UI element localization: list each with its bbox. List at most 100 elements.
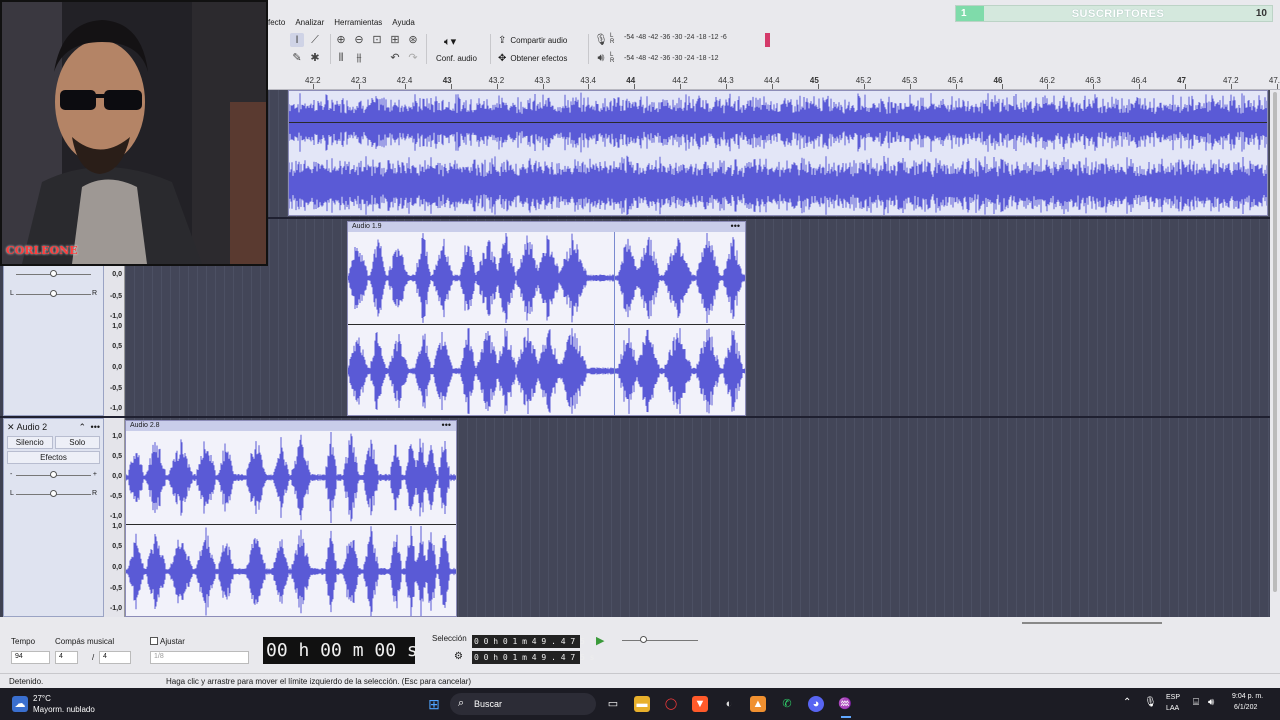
- subscriber-progress: 1: [956, 6, 984, 21]
- clip-menu-icon[interactable]: •••: [442, 421, 451, 430]
- solo-button[interactable]: Solo: [54, 436, 100, 449]
- menu-effect[interactable]: fecto: [268, 17, 285, 28]
- webcam-watermark: CORLEONE: [6, 244, 78, 257]
- horizontal-scrollbar[interactable]: [0, 617, 1270, 627]
- track-menu-icon[interactable]: •••: [91, 422, 100, 432]
- playback-meter[interactable]: -54 -48 -42 -36 -30 -24 -18 -12: [624, 55, 719, 62]
- effects-row: Efectos: [7, 451, 100, 464]
- tray-network-icon[interactable]: ⌸: [1193, 697, 1199, 708]
- track-1-clip[interactable]: [288, 90, 1268, 216]
- scale-label: 0,0: [112, 564, 122, 571]
- file-explorer-icon[interactable]: ▬: [634, 696, 650, 712]
- tempo-label: Tempo: [11, 637, 36, 646]
- track-3-name[interactable]: Audio 2: [17, 422, 48, 432]
- tray-time[interactable]: 9:04 p. m.: [1232, 693, 1263, 700]
- app-icon[interactable]: ▲: [750, 696, 766, 712]
- gear-icon[interactable]: ⚙: [454, 651, 463, 662]
- clip-audio-2-8-header[interactable]: Audio 2.8 •••: [126, 421, 456, 431]
- weather-icon[interactable]: ☁: [12, 696, 28, 712]
- fit-project-icon[interactable]: ⊞: [388, 33, 402, 47]
- undo-icon[interactable]: ↶: [388, 51, 402, 65]
- zoom-out-icon[interactable]: ⊖: [352, 33, 366, 47]
- record-meter[interactable]: -54 -48 -42 -36 -30 -24 -18 -12 -6: [624, 34, 727, 41]
- taskbar-search[interactable]: ⌕ Buscar: [450, 693, 596, 715]
- scale-label: 1,0: [112, 323, 122, 330]
- steam-icon[interactable]: ◐: [721, 696, 737, 712]
- windows-start-icon[interactable]: ⊞: [426, 696, 442, 712]
- whatsapp-icon[interactable]: ✆: [779, 696, 795, 712]
- redo-icon[interactable]: ↷: [406, 51, 420, 65]
- status-state: Detenido.: [9, 677, 44, 686]
- play-speed-slider[interactable]: [614, 636, 706, 644]
- scale-label: -0,5: [109, 293, 122, 300]
- share-audio-button[interactable]: ⇪ Compartir audio: [498, 35, 567, 46]
- effects-button[interactable]: Efectos: [7, 451, 100, 464]
- tray-chevron-icon[interactable]: ⌃: [1123, 697, 1131, 708]
- fit-selection-icon[interactable]: ⊡: [370, 33, 384, 47]
- brave-icon[interactable]: ▼: [692, 696, 708, 712]
- play-at-speed-icon[interactable]: ▶: [596, 634, 604, 647]
- clip-audio-1-9[interactable]: Audio 1.9 •••: [347, 221, 746, 416]
- audacity-icon[interactable]: ♒: [837, 696, 853, 712]
- tray-date[interactable]: 6/1/202: [1234, 704, 1257, 711]
- vertical-scrollbar[interactable]: [1270, 90, 1280, 617]
- scale-label: 0,0: [112, 473, 122, 480]
- clip-audio-2-8[interactable]: Audio 2.8 •••: [125, 420, 457, 617]
- menu-tools[interactable]: Herramientas: [334, 17, 382, 28]
- time-signature-denominator[interactable]: 4: [99, 651, 131, 664]
- track-2-gain-slider[interactable]: [8, 270, 99, 278]
- track-2-pan-slider[interactable]: L R: [8, 290, 99, 298]
- snap-select[interactable]: 1/8: [150, 651, 249, 664]
- zoom-toggle-icon[interactable]: ⊛: [406, 33, 420, 47]
- pan-right-label: R: [91, 290, 97, 297]
- menu-analyze[interactable]: Analizar: [295, 17, 324, 28]
- scale-label: -1,0: [109, 513, 122, 520]
- timeline-ruler[interactable]: 42.2 42.3 42.4 43 43.2 43.3 43.4 44 44.2 44.3 44.4…: [268, 71, 1280, 90]
- track-3-gain-slider[interactable]: - +: [8, 471, 99, 479]
- taskbar-search-label: Buscar: [474, 699, 503, 709]
- tray-mic-icon[interactable]: 🎙︎: [1144, 697, 1157, 708]
- track-3-pan-slider[interactable]: L R: [8, 490, 99, 498]
- pan-right-label: R: [91, 490, 97, 497]
- tray-layout[interactable]: LAA: [1166, 705, 1179, 712]
- selection-end[interactable]: 0 0 h 0 1 m 4 9 . 4 7 5 s: [472, 651, 594, 664]
- multi-tool-icon[interactable]: ✱: [308, 51, 322, 65]
- clip-audio-2-8-waveform-left: [126, 432, 456, 523]
- vertical-scroll-thumb[interactable]: [1273, 92, 1277, 592]
- draw-tool-icon[interactable]: ✎: [290, 51, 304, 65]
- horizontal-scroll-thumb[interactable]: [1022, 622, 1162, 624]
- menu-help[interactable]: Ayuda: [392, 17, 415, 28]
- subscriber-label: SUSCRIPTORES: [1071, 7, 1165, 20]
- clip-audio-2-8-waveform-right: [126, 526, 456, 616]
- clip-menu-icon[interactable]: •••: [731, 222, 740, 231]
- get-effects-button[interactable]: ✥ Obtener efectos: [498, 53, 567, 64]
- zoom-in-icon[interactable]: ⊕: [334, 33, 348, 47]
- tray-language[interactable]: ESP: [1166, 694, 1180, 701]
- time-display[interactable]: 00 h 00 m 00 s: [263, 637, 418, 664]
- snap-checkbox[interactable]: [150, 636, 158, 645]
- taskbar: ☁ 27°C Mayorm. nublado ⊞ ⌕ Buscar ▭ ▬ ◯ …: [0, 688, 1280, 720]
- clip-audio-1-9-waveform-right: [348, 328, 745, 414]
- microphone-icon[interactable]: 🎙︎: [594, 33, 608, 47]
- clip-audio-1-9-header[interactable]: Audio 1.9 •••: [348, 222, 745, 232]
- time-signature-numerator[interactable]: 4: [55, 651, 78, 664]
- discord-icon[interactable]: ◕: [808, 696, 824, 712]
- close-track-icon[interactable]: ✕: [7, 422, 15, 432]
- task-view-icon[interactable]: ▭: [605, 696, 621, 712]
- clip-audio-1-9-label: Audio 1.9: [352, 223, 382, 230]
- playback-speaker-icon[interactable]: 🔊︎: [594, 51, 608, 65]
- envelope-tool-icon[interactable]: ⟋: [308, 33, 322, 47]
- track-3-buttons: Silencio Solo: [7, 436, 100, 449]
- collapse-icon[interactable]: ⌃: [78, 422, 86, 433]
- audio-setup-label: Conf. audio: [436, 54, 477, 63]
- tempo-input[interactable]: 94: [11, 651, 50, 664]
- audio-setup-button[interactable]: 🔈︎▾: [444, 35, 456, 49]
- puzzle-icon: ✥: [498, 53, 507, 64]
- opera-icon[interactable]: ◯: [663, 696, 679, 712]
- selection-tool-icon[interactable]: I: [290, 33, 304, 47]
- tray-volume-icon[interactable]: 🔊︎: [1208, 697, 1214, 708]
- selection-start[interactable]: 0 0 h 0 1 m 4 9 . 4 7 5 s: [472, 635, 594, 648]
- trim-icon[interactable]: ⫴: [334, 51, 348, 65]
- mute-button[interactable]: Silencio: [7, 436, 53, 449]
- silence-icon[interactable]: ⫵: [352, 51, 366, 65]
